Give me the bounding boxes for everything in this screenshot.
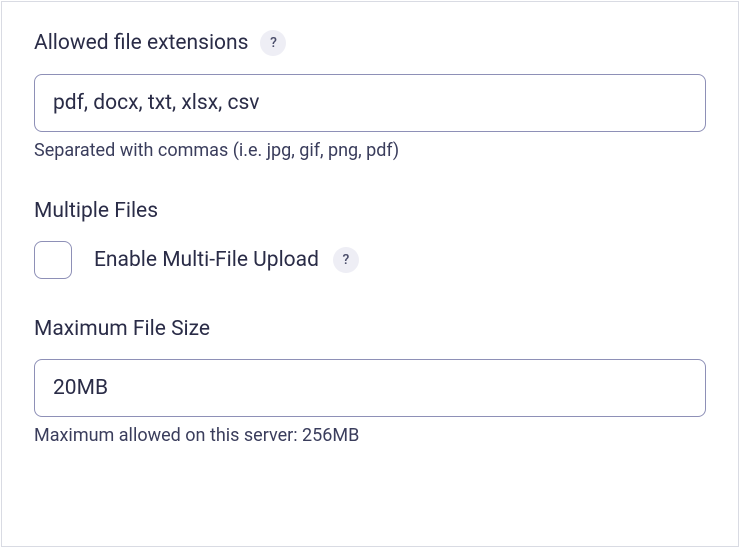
multiple-files-group: Multiple Files Enable Multi-File Upload … [34,199,706,279]
allowed-extensions-group: Allowed file extensions ? Separated with… [34,30,706,161]
max-file-size-input[interactable] [34,359,706,417]
max-file-size-label-row: Maximum File Size [34,317,706,341]
multi-file-checkbox-label: Enable Multi-File Upload [94,248,319,272]
max-file-size-helper: Maximum allowed on this server: 256MB [34,425,706,446]
help-icon[interactable]: ? [333,247,359,273]
max-file-size-label: Maximum File Size [34,317,210,341]
allowed-extensions-helper: Separated with commas (i.e. jpg, gif, pn… [34,140,706,161]
multi-file-checkbox-row: Enable Multi-File Upload ? [34,241,706,279]
multiple-files-label-row: Multiple Files [34,199,706,223]
help-icon[interactable]: ? [260,30,286,56]
multi-file-checkbox-label-row: Enable Multi-File Upload ? [94,247,359,273]
allowed-extensions-label: Allowed file extensions [34,31,248,55]
settings-panel: Allowed file extensions ? Separated with… [1,1,739,547]
multi-file-checkbox[interactable] [34,241,72,279]
max-file-size-group: Maximum File Size Maximum allowed on thi… [34,317,706,446]
allowed-extensions-input[interactable] [34,74,706,132]
allowed-extensions-label-row: Allowed file extensions ? [34,30,706,56]
multiple-files-label: Multiple Files [34,199,158,223]
